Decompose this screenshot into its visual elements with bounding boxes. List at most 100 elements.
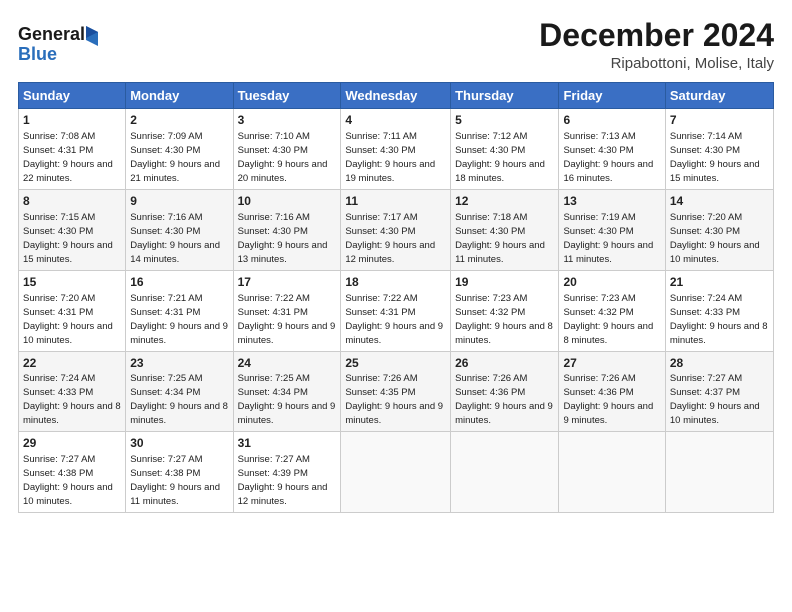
- calendar-cell: 15 Sunrise: 7:20 AMSunset: 4:31 PMDaylig…: [19, 270, 126, 351]
- day-number: 14: [670, 193, 769, 210]
- day-info: Sunrise: 7:15 AMSunset: 4:30 PMDaylight:…: [23, 212, 113, 265]
- header: General Blue December 2024 Ripabottoni, …: [18, 18, 774, 72]
- calendar-cell: 3 Sunrise: 7:10 AMSunset: 4:30 PMDayligh…: [233, 109, 341, 190]
- day-info: Sunrise: 7:23 AMSunset: 4:32 PMDaylight:…: [455, 293, 553, 346]
- day-number: 30: [130, 435, 228, 452]
- calendar-cell: 20 Sunrise: 7:23 AMSunset: 4:32 PMDaylig…: [559, 270, 665, 351]
- title-block: December 2024 Ripabottoni, Molise, Italy: [539, 18, 774, 72]
- day-number: 6: [563, 112, 660, 129]
- calendar-cell: 9 Sunrise: 7:16 AMSunset: 4:30 PMDayligh…: [126, 189, 233, 270]
- day-info: Sunrise: 7:27 AMSunset: 4:37 PMDaylight:…: [670, 373, 760, 426]
- week-row-5: 29 Sunrise: 7:27 AMSunset: 4:38 PMDaylig…: [19, 432, 774, 513]
- day-info: Sunrise: 7:13 AMSunset: 4:30 PMDaylight:…: [563, 131, 653, 184]
- calendar-cell: 19 Sunrise: 7:23 AMSunset: 4:32 PMDaylig…: [451, 270, 559, 351]
- header-thursday: Thursday: [451, 83, 559, 109]
- day-number: 4: [345, 112, 446, 129]
- calendar-cell: 17 Sunrise: 7:22 AMSunset: 4:31 PMDaylig…: [233, 270, 341, 351]
- day-info: Sunrise: 7:25 AMSunset: 4:34 PMDaylight:…: [238, 373, 336, 426]
- day-number: 7: [670, 112, 769, 129]
- day-number: 29: [23, 435, 121, 452]
- calendar-cell: 7 Sunrise: 7:14 AMSunset: 4:30 PMDayligh…: [665, 109, 773, 190]
- day-info: Sunrise: 7:17 AMSunset: 4:30 PMDaylight:…: [345, 212, 435, 265]
- header-tuesday: Tuesday: [233, 83, 341, 109]
- svg-text:General: General: [18, 24, 85, 44]
- header-sunday: Sunday: [19, 83, 126, 109]
- day-info: Sunrise: 7:27 AMSunset: 4:39 PMDaylight:…: [238, 454, 328, 507]
- day-info: Sunrise: 7:24 AMSunset: 4:33 PMDaylight:…: [23, 373, 121, 426]
- calendar-cell: [665, 432, 773, 513]
- calendar-cell: 21 Sunrise: 7:24 AMSunset: 4:33 PMDaylig…: [665, 270, 773, 351]
- calendar-cell: 25 Sunrise: 7:26 AMSunset: 4:35 PMDaylig…: [341, 351, 451, 432]
- day-number: 1: [23, 112, 121, 129]
- calendar-cell: 1 Sunrise: 7:08 AMSunset: 4:31 PMDayligh…: [19, 109, 126, 190]
- day-number: 27: [563, 355, 660, 372]
- week-row-1: 1 Sunrise: 7:08 AMSunset: 4:31 PMDayligh…: [19, 109, 774, 190]
- day-info: Sunrise: 7:16 AMSunset: 4:30 PMDaylight:…: [130, 212, 220, 265]
- day-info: Sunrise: 7:22 AMSunset: 4:31 PMDaylight:…: [238, 293, 336, 346]
- week-row-4: 22 Sunrise: 7:24 AMSunset: 4:33 PMDaylig…: [19, 351, 774, 432]
- calendar-cell: 28 Sunrise: 7:27 AMSunset: 4:37 PMDaylig…: [665, 351, 773, 432]
- calendar-cell: [341, 432, 451, 513]
- week-row-3: 15 Sunrise: 7:20 AMSunset: 4:31 PMDaylig…: [19, 270, 774, 351]
- day-info: Sunrise: 7:22 AMSunset: 4:31 PMDaylight:…: [345, 293, 443, 346]
- day-number: 24: [238, 355, 337, 372]
- calendar-cell: 27 Sunrise: 7:26 AMSunset: 4:36 PMDaylig…: [559, 351, 665, 432]
- calendar-cell: 11 Sunrise: 7:17 AMSunset: 4:30 PMDaylig…: [341, 189, 451, 270]
- day-info: Sunrise: 7:16 AMSunset: 4:30 PMDaylight:…: [238, 212, 328, 265]
- calendar-cell: 26 Sunrise: 7:26 AMSunset: 4:36 PMDaylig…: [451, 351, 559, 432]
- calendar-cell: 4 Sunrise: 7:11 AMSunset: 4:30 PMDayligh…: [341, 109, 451, 190]
- day-number: 3: [238, 112, 337, 129]
- day-info: Sunrise: 7:26 AMSunset: 4:36 PMDaylight:…: [455, 373, 553, 426]
- calendar-cell: 8 Sunrise: 7:15 AMSunset: 4:30 PMDayligh…: [19, 189, 126, 270]
- day-info: Sunrise: 7:27 AMSunset: 4:38 PMDaylight:…: [23, 454, 113, 507]
- day-number: 13: [563, 193, 660, 210]
- month-title: December 2024: [539, 18, 774, 53]
- calendar-cell: 6 Sunrise: 7:13 AMSunset: 4:30 PMDayligh…: [559, 109, 665, 190]
- calendar-cell: 2 Sunrise: 7:09 AMSunset: 4:30 PMDayligh…: [126, 109, 233, 190]
- calendar-cell: 23 Sunrise: 7:25 AMSunset: 4:34 PMDaylig…: [126, 351, 233, 432]
- day-info: Sunrise: 7:20 AMSunset: 4:30 PMDaylight:…: [670, 212, 760, 265]
- logo: General Blue: [18, 18, 113, 71]
- day-number: 10: [238, 193, 337, 210]
- page: General Blue December 2024 Ripabottoni, …: [0, 0, 792, 612]
- calendar-cell: 14 Sunrise: 7:20 AMSunset: 4:30 PMDaylig…: [665, 189, 773, 270]
- calendar-cell: 22 Sunrise: 7:24 AMSunset: 4:33 PMDaylig…: [19, 351, 126, 432]
- day-info: Sunrise: 7:09 AMSunset: 4:30 PMDaylight:…: [130, 131, 220, 184]
- day-info: Sunrise: 7:14 AMSunset: 4:30 PMDaylight:…: [670, 131, 760, 184]
- header-saturday: Saturday: [665, 83, 773, 109]
- day-number: 19: [455, 274, 554, 291]
- day-info: Sunrise: 7:23 AMSunset: 4:32 PMDaylight:…: [563, 293, 653, 346]
- day-number: 8: [23, 193, 121, 210]
- day-number: 5: [455, 112, 554, 129]
- day-number: 23: [130, 355, 228, 372]
- day-info: Sunrise: 7:12 AMSunset: 4:30 PMDaylight:…: [455, 131, 545, 184]
- header-friday: Friday: [559, 83, 665, 109]
- logo-text: General Blue: [18, 18, 113, 71]
- day-info: Sunrise: 7:27 AMSunset: 4:38 PMDaylight:…: [130, 454, 220, 507]
- day-info: Sunrise: 7:11 AMSunset: 4:30 PMDaylight:…: [345, 131, 435, 184]
- day-info: Sunrise: 7:21 AMSunset: 4:31 PMDaylight:…: [130, 293, 228, 346]
- calendar-cell: 31 Sunrise: 7:27 AMSunset: 4:39 PMDaylig…: [233, 432, 341, 513]
- day-number: 31: [238, 435, 337, 452]
- calendar-cell: 29 Sunrise: 7:27 AMSunset: 4:38 PMDaylig…: [19, 432, 126, 513]
- day-number: 17: [238, 274, 337, 291]
- day-number: 20: [563, 274, 660, 291]
- calendar: Sunday Monday Tuesday Wednesday Thursday…: [18, 82, 774, 513]
- week-row-2: 8 Sunrise: 7:15 AMSunset: 4:30 PMDayligh…: [19, 189, 774, 270]
- weekday-header-row: Sunday Monday Tuesday Wednesday Thursday…: [19, 83, 774, 109]
- calendar-cell: 16 Sunrise: 7:21 AMSunset: 4:31 PMDaylig…: [126, 270, 233, 351]
- calendar-cell: 13 Sunrise: 7:19 AMSunset: 4:30 PMDaylig…: [559, 189, 665, 270]
- calendar-cell: 12 Sunrise: 7:18 AMSunset: 4:30 PMDaylig…: [451, 189, 559, 270]
- calendar-cell: [451, 432, 559, 513]
- day-number: 25: [345, 355, 446, 372]
- day-number: 28: [670, 355, 769, 372]
- day-info: Sunrise: 7:25 AMSunset: 4:34 PMDaylight:…: [130, 373, 228, 426]
- day-number: 16: [130, 274, 228, 291]
- location: Ripabottoni, Molise, Italy: [539, 55, 774, 72]
- day-info: Sunrise: 7:24 AMSunset: 4:33 PMDaylight:…: [670, 293, 768, 346]
- day-number: 15: [23, 274, 121, 291]
- day-number: 22: [23, 355, 121, 372]
- calendar-cell: 10 Sunrise: 7:16 AMSunset: 4:30 PMDaylig…: [233, 189, 341, 270]
- day-info: Sunrise: 7:20 AMSunset: 4:31 PMDaylight:…: [23, 293, 113, 346]
- calendar-cell: 24 Sunrise: 7:25 AMSunset: 4:34 PMDaylig…: [233, 351, 341, 432]
